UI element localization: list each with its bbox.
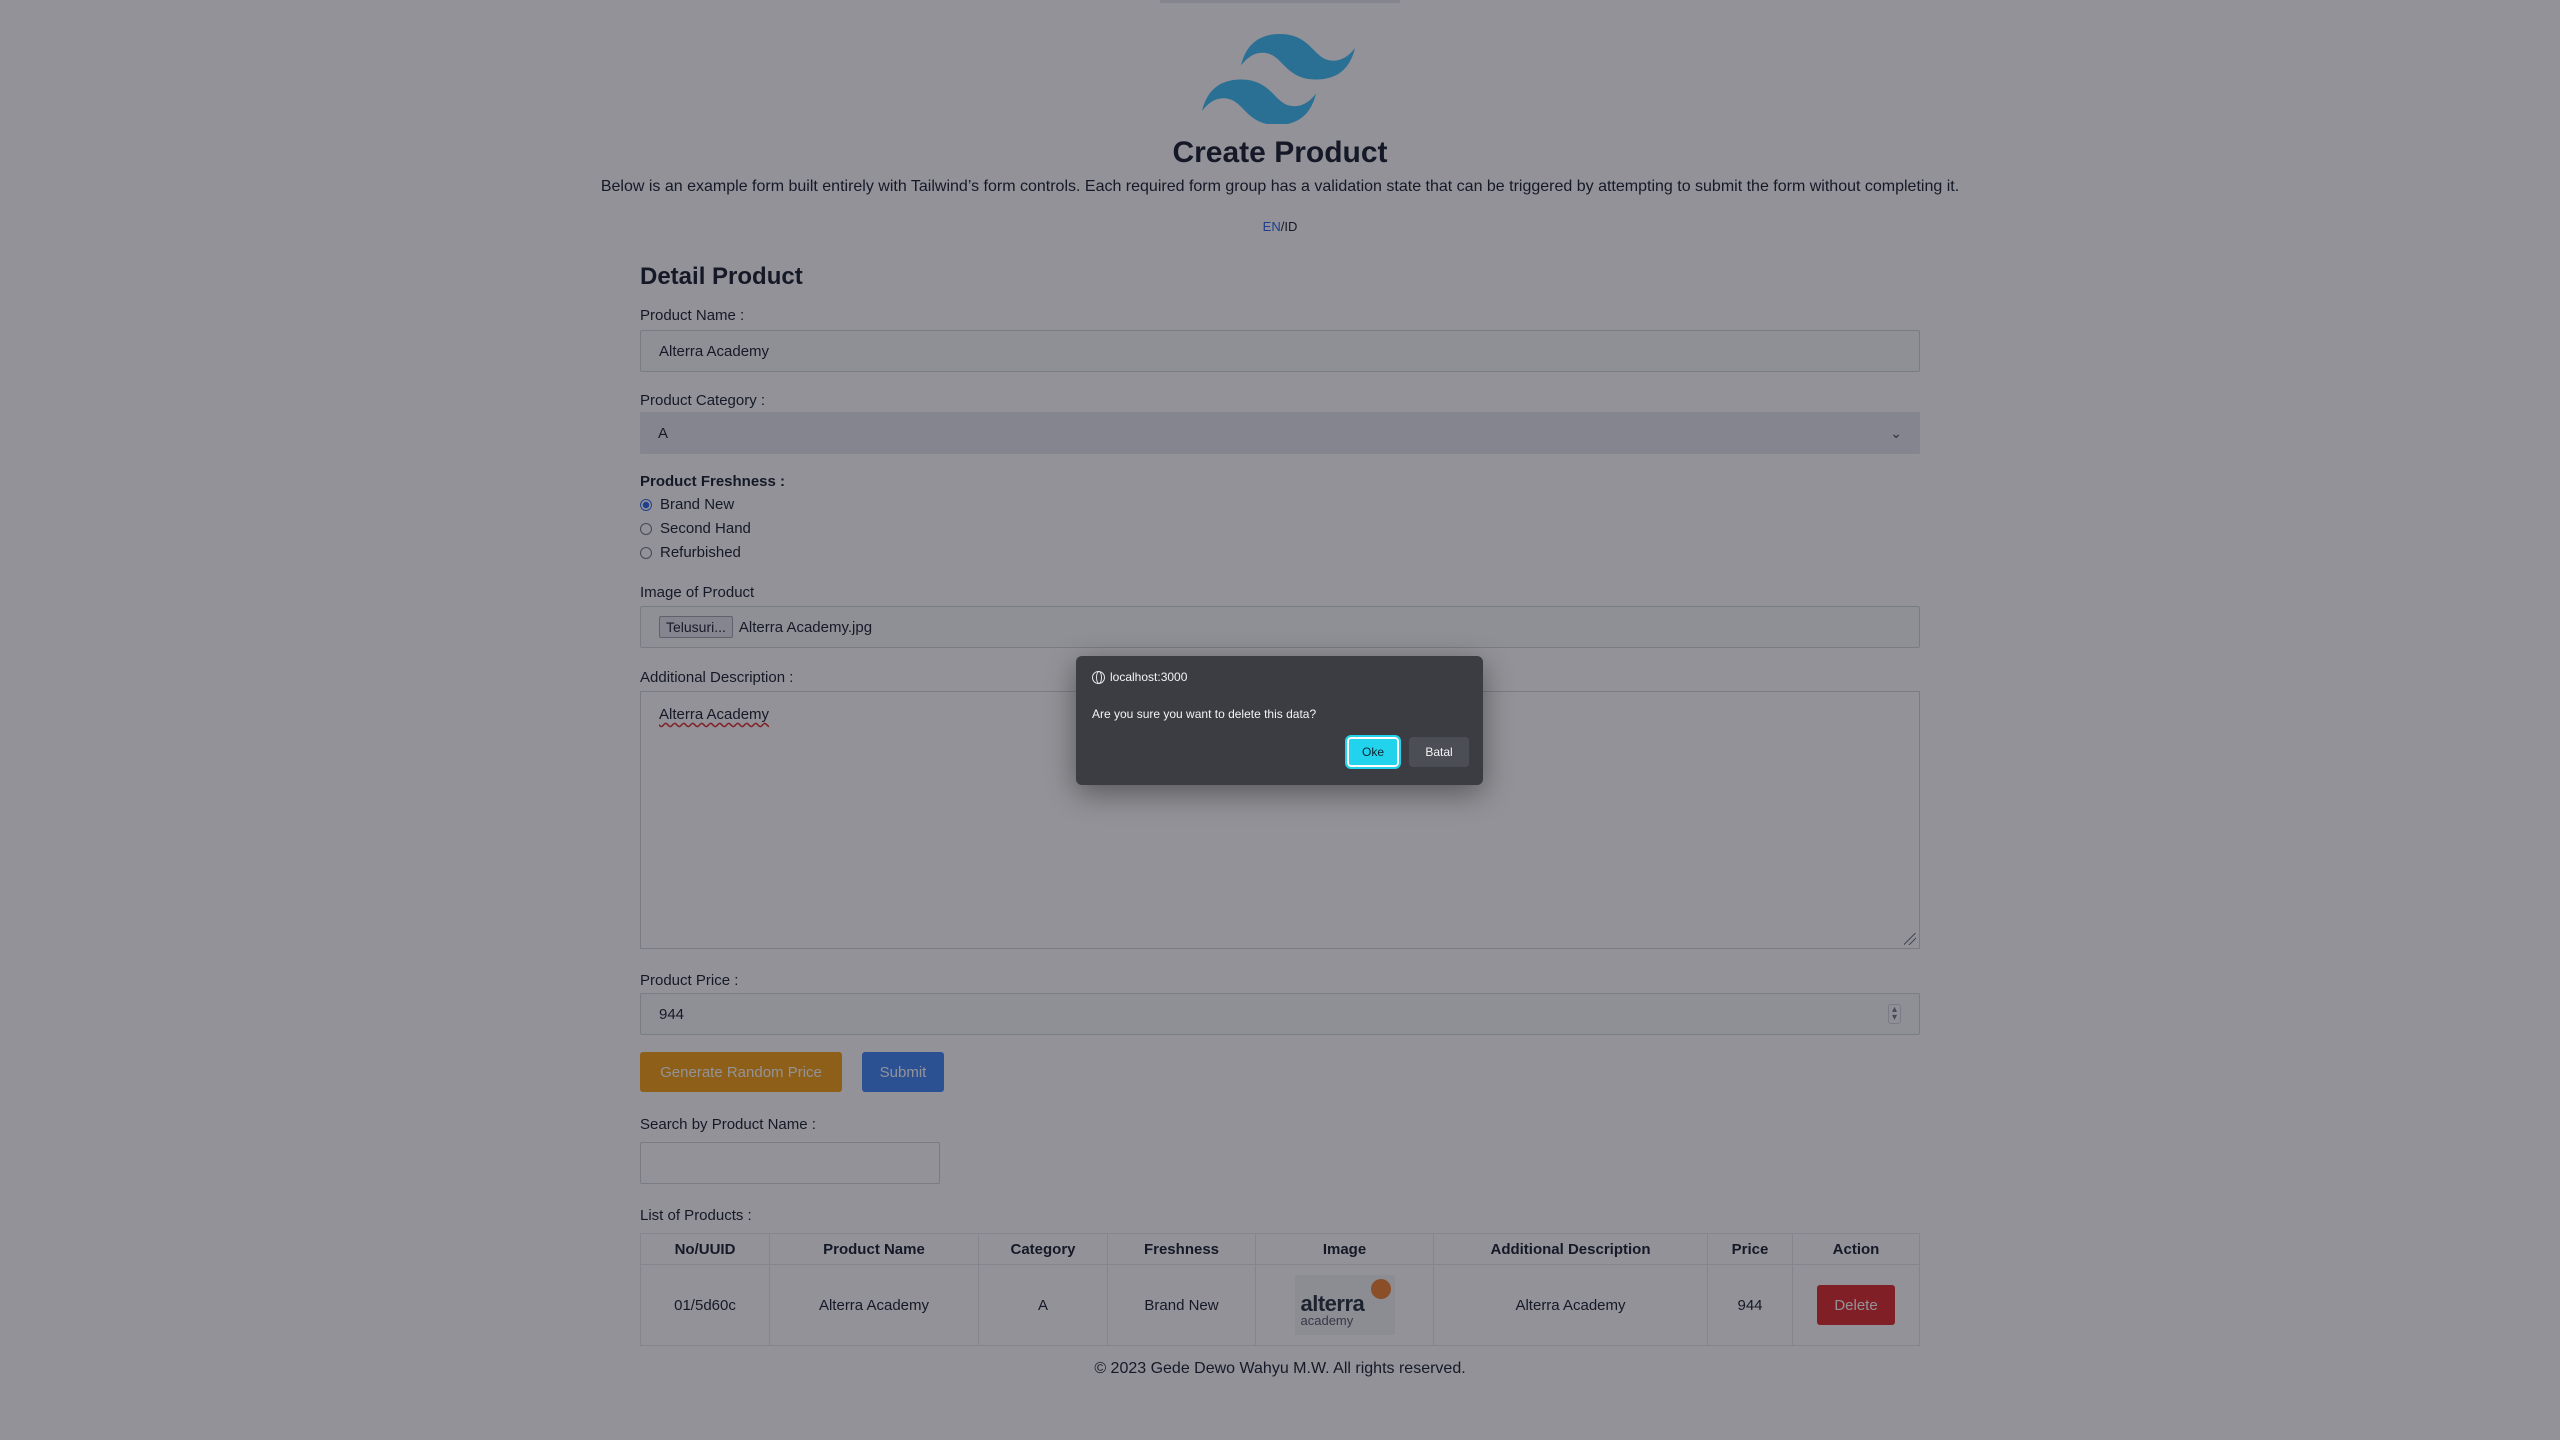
dialog-host: localhost:3000: [1110, 670, 1188, 684]
confirm-dialog: localhost:3000 Are you sure you want to …: [1076, 656, 1483, 785]
cancel-button[interactable]: Batal: [1409, 737, 1469, 767]
globe-icon: [1092, 670, 1105, 684]
dialog-message: Are you sure you want to delete this dat…: [1092, 707, 1317, 721]
dialog-origin: localhost:3000: [1092, 670, 1187, 684]
ok-button[interactable]: Oke: [1345, 735, 1401, 769]
